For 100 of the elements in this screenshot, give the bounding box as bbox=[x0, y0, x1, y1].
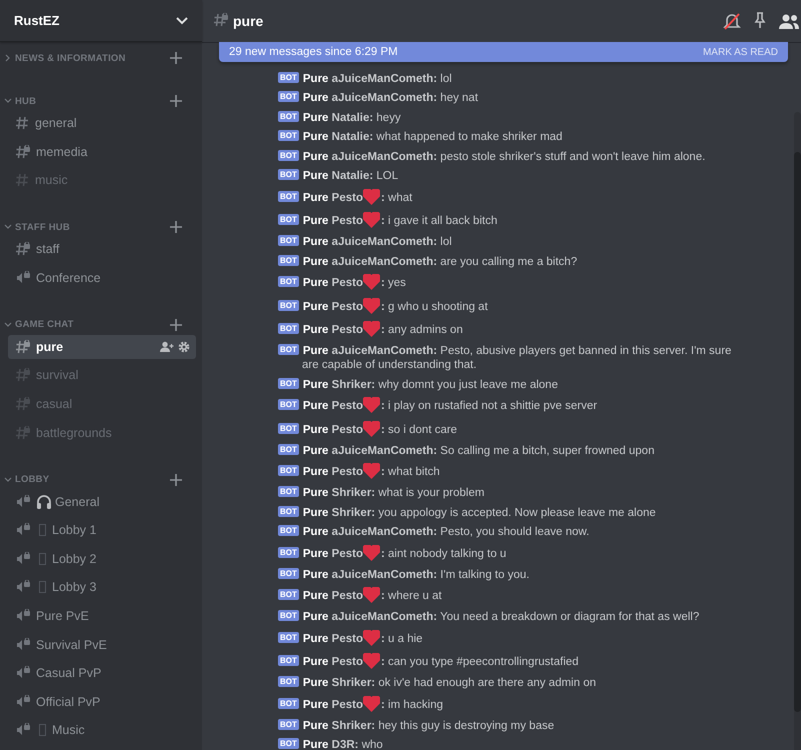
channel-item[interactable]: Conference bbox=[8, 266, 196, 290]
bot-tag: BOT bbox=[278, 214, 299, 225]
bot-tag: BOT bbox=[278, 738, 299, 750]
author-name[interactable]: Pure Pesto bbox=[302, 656, 363, 668]
message-text: : yes bbox=[381, 277, 406, 289]
channel-item[interactable]: battlegrounds bbox=[8, 420, 196, 445]
locked-hash-icon bbox=[16, 340, 31, 354]
message: Pure Shriker: ok iv'e had enough are there any admin on bbox=[302, 677, 596, 690]
category-name: LOBBY bbox=[15, 474, 50, 486]
server-header[interactable]: RustEZ bbox=[0, 0, 202, 42]
author-name[interactable]: Pure Pesto bbox=[302, 548, 363, 560]
bot-tag: BOT bbox=[278, 610, 299, 622]
add-user-icon bbox=[160, 340, 174, 353]
pin-icon[interactable] bbox=[753, 12, 767, 30]
bot-tag: BOT bbox=[278, 718, 299, 730]
bot-tag: BOT bbox=[278, 378, 299, 389]
message-text: : so i dont care bbox=[381, 424, 458, 436]
hash-icon bbox=[16, 173, 30, 188]
scrollbar[interactable] bbox=[794, 112, 801, 750]
category-header[interactable]: LOBBY bbox=[0, 472, 196, 488]
message: Pure aJuiceManCometh: hey nat bbox=[302, 92, 478, 104]
channel-item[interactable]: pure bbox=[8, 334, 196, 359]
server-name: RustEZ bbox=[14, 13, 60, 28]
channel-item[interactable]: Lobby 2 bbox=[8, 546, 196, 571]
message: Pure aJuiceManCometh: I'm talking to you. bbox=[302, 568, 530, 581]
category-name: NEWS & INFORMATION bbox=[15, 52, 127, 64]
missing-glyph-icon bbox=[39, 552, 46, 565]
channel-item[interactable]: Lobby 3 bbox=[8, 575, 196, 600]
channel-item[interactable]: Casual PvP bbox=[8, 661, 196, 686]
bot-tag: BOT bbox=[278, 568, 299, 579]
bot-tag: BOT bbox=[278, 422, 299, 434]
bot-tag: BOT bbox=[278, 254, 299, 266]
message: Pure aJuiceManCometh: You need a breakdown or diagram for that as well? bbox=[302, 611, 700, 624]
channel-item[interactable]: survival bbox=[8, 363, 196, 388]
channel-item[interactable]: casual bbox=[8, 392, 196, 416]
locked-speaker-icon bbox=[16, 638, 31, 652]
bot-tag: BOT bbox=[278, 486, 299, 498]
author-name[interactable]: Pure Pesto bbox=[302, 698, 363, 710]
message: Pure aJuiceManCometh: Pesto, abusive players get banned in this server. I'm sure are capable of understanding that. bbox=[302, 345, 732, 372]
plus-icon bbox=[170, 221, 182, 234]
category-header[interactable]: HUB bbox=[0, 93, 196, 109]
bot-tag: BOT bbox=[278, 655, 299, 666]
plus-icon bbox=[170, 318, 182, 331]
author-name[interactable]: Pure Pesto bbox=[302, 632, 363, 644]
channel-item[interactable]: staff bbox=[8, 237, 196, 262]
message-text: : aint nobody talking to u bbox=[381, 548, 506, 560]
message-text: : u a hie bbox=[381, 632, 423, 644]
author-name[interactable]: Pure Pesto bbox=[302, 300, 363, 312]
locked-speaker-icon bbox=[16, 552, 31, 566]
message-text: : where u at bbox=[381, 590, 442, 602]
bot-tag: BOT bbox=[278, 190, 299, 202]
channel-item[interactable]: Pure PvE bbox=[8, 604, 196, 628]
category-header[interactable]: NEWS & INFORMATION bbox=[0, 50, 196, 66]
author-name[interactable]: Pure Pesto bbox=[302, 277, 363, 289]
channel-item[interactable]: memedia bbox=[8, 140, 196, 164]
channel-item[interactable]: Official PvP bbox=[8, 690, 196, 714]
category-header[interactable]: GAME CHAT bbox=[0, 316, 196, 333]
bot-tag: BOT bbox=[278, 698, 299, 708]
channel-title: pure bbox=[233, 13, 264, 29]
category-header[interactable]: STAFF HUB bbox=[0, 219, 196, 236]
new-messages-bar[interactable]: 29 new messages since 6:29 PM MARK AS READ bbox=[219, 42, 788, 62]
message: Pure aJuiceManCometh: So calling me a bitch, super frowned upon bbox=[302, 444, 654, 457]
channel-item[interactable]: general bbox=[8, 111, 196, 135]
missing-glyph-icon bbox=[39, 724, 46, 736]
bot-tag: BOT bbox=[278, 344, 299, 356]
locked-speaker-icon bbox=[16, 270, 31, 285]
channel-item[interactable]: music bbox=[8, 168, 196, 192]
channel-item[interactable]: General bbox=[8, 490, 196, 514]
plus-icon bbox=[170, 52, 182, 64]
message: Pure D3R: who bbox=[302, 739, 383, 750]
locked-speaker-icon bbox=[16, 608, 31, 623]
bot-tag: BOT bbox=[278, 110, 299, 122]
message: Pure Shriker: what is your problem bbox=[302, 487, 484, 500]
locked-hash-icon bbox=[16, 242, 31, 256]
author-name[interactable]: Pure Pesto bbox=[302, 400, 363, 412]
locked-hash-icon bbox=[16, 426, 31, 440]
muted-bell-icon[interactable] bbox=[723, 12, 741, 30]
author-name[interactable]: Pure Pesto bbox=[302, 192, 363, 204]
author-name[interactable]: Pure Pesto bbox=[302, 215, 363, 227]
channel-item[interactable]: Lobby 1 bbox=[8, 518, 196, 542]
author-name[interactable]: Pure Pesto bbox=[302, 424, 363, 436]
category-name: HUB bbox=[15, 96, 38, 106]
author-name[interactable]: Pure Pesto bbox=[302, 466, 363, 478]
message: Pure aJuiceManCometh: are you calling me a bitch? bbox=[302, 256, 578, 268]
mark-as-read-link[interactable]: MARK AS READ bbox=[702, 46, 778, 58]
channel-item[interactable]: Survival PvE bbox=[8, 632, 196, 657]
locked-speaker-icon bbox=[16, 523, 31, 538]
message: Pure aJuiceManCometh: lol bbox=[302, 236, 452, 248]
bot-tag: BOT bbox=[278, 235, 299, 246]
bot-tag: BOT bbox=[278, 465, 299, 476]
channel-item[interactable]: Music bbox=[8, 718, 196, 742]
author-name[interactable]: Pure Pesto bbox=[302, 590, 363, 602]
missing-glyph-icon bbox=[39, 581, 46, 594]
locked-hash-icon bbox=[16, 396, 31, 411]
message-text: : any admins on bbox=[381, 324, 463, 336]
members-icon[interactable] bbox=[779, 12, 799, 30]
message-text: : what bitch bbox=[381, 466, 440, 478]
bot-tag: BOT bbox=[278, 300, 299, 310]
author-name[interactable]: Pure Pesto bbox=[302, 324, 363, 336]
message: Pure Shriker: hey this guy is destroying my base bbox=[302, 720, 554, 732]
